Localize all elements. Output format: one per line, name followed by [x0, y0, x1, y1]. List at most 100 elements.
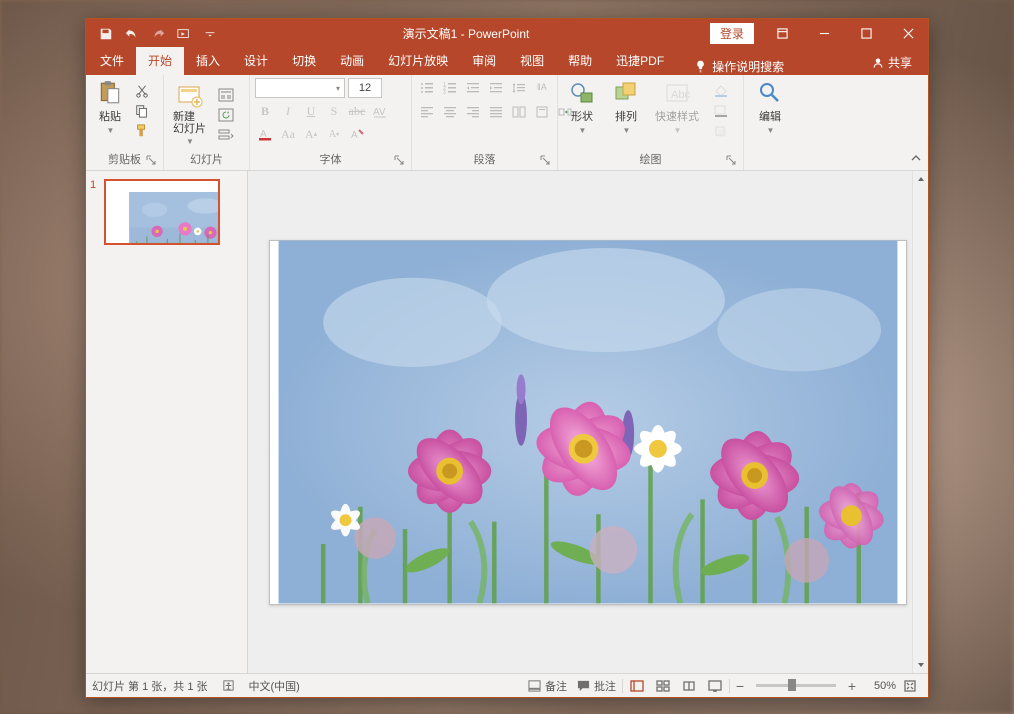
slide-counter[interactable]: 幻灯片 第 1 张，共 1 张 — [92, 678, 208, 694]
save-icon[interactable] — [94, 22, 118, 46]
language-indicator[interactable]: 中文(中国) — [249, 678, 300, 694]
accessibility-checker-icon[interactable] — [218, 677, 239, 694]
collapse-ribbon-icon[interactable] — [908, 151, 924, 167]
slideshow-view-icon[interactable] — [703, 676, 727, 696]
decrease-indent-icon[interactable] — [463, 78, 483, 98]
paste-button[interactable]: 粘贴▼ — [91, 78, 129, 137]
paragraph-dialog-launcher[interactable] — [539, 155, 551, 167]
font-name-input[interactable]: ▾ — [255, 78, 345, 98]
share-button[interactable]: 共享 — [864, 50, 920, 75]
change-case-button[interactable]: Aa — [278, 124, 298, 144]
scroll-up-icon[interactable] — [913, 171, 929, 187]
columns-icon[interactable] — [509, 102, 529, 122]
tab-animations[interactable]: 动画 — [328, 47, 376, 75]
vertical-scrollbar[interactable] — [912, 171, 928, 673]
fit-to-window-icon[interactable] — [898, 676, 922, 696]
svg-text:3: 3 — [443, 90, 446, 95]
align-right-icon[interactable] — [463, 102, 483, 122]
zoom-out-button[interactable]: − — [732, 678, 748, 694]
tell-me-search[interactable]: 操作说明搜索 — [694, 58, 784, 75]
undo-icon[interactable] — [120, 22, 144, 46]
normal-view-icon[interactable] — [625, 676, 649, 696]
underline-button[interactable]: U — [301, 101, 321, 121]
font-size-input[interactable]: 12 — [348, 78, 382, 98]
find-icon — [757, 80, 783, 106]
tab-help[interactable]: 帮助 — [556, 47, 604, 75]
slide-editor[interactable] — [248, 171, 928, 673]
close-icon[interactable] — [888, 20, 928, 48]
minimize-icon[interactable] — [804, 20, 844, 48]
tab-slideshow[interactable]: 幻灯片放映 — [376, 47, 460, 75]
notes-button[interactable]: 备注 — [524, 676, 571, 696]
new-slide-button[interactable]: 新建 幻灯片▼ — [169, 81, 210, 148]
reading-view-icon[interactable] — [677, 676, 701, 696]
format-painter-icon[interactable] — [133, 122, 151, 140]
tab-review[interactable]: 审阅 — [460, 47, 508, 75]
align-center-icon[interactable] — [440, 102, 460, 122]
maximize-icon[interactable] — [846, 20, 886, 48]
align-left-icon[interactable] — [417, 102, 437, 122]
signin-button[interactable]: 登录 — [710, 23, 754, 44]
notes-icon — [528, 679, 541, 692]
tab-transitions[interactable]: 切换 — [280, 47, 328, 75]
align-text-icon[interactable] — [532, 102, 552, 122]
bullets-icon[interactable] — [417, 78, 437, 98]
editing-button[interactable]: 编辑▼ — [751, 78, 789, 137]
group-editing: 编辑▼ — [744, 75, 796, 170]
layout-icon[interactable] — [216, 86, 236, 104]
redo-icon[interactable] — [146, 22, 170, 46]
clear-formatting-icon[interactable]: A — [347, 124, 367, 144]
increase-indent-icon[interactable] — [486, 78, 506, 98]
zoom-slider-thumb[interactable] — [788, 679, 796, 691]
shape-effects-icon[interactable] — [711, 122, 731, 140]
zoom-in-button[interactable]: + — [844, 678, 860, 694]
slide-thumbnails-panel[interactable]: 1 — [86, 171, 248, 673]
copy-icon[interactable] — [133, 102, 151, 120]
powerpoint-window: 演示文稿1 - PowerPoint 登录 文件 开始 插入 设计 切换 动画 … — [85, 18, 929, 698]
paste-icon — [97, 80, 123, 106]
numbering-icon[interactable]: 123 — [440, 78, 460, 98]
slide-image[interactable] — [270, 241, 906, 604]
tab-home[interactable]: 开始 — [136, 47, 184, 75]
zoom-value[interactable]: 50% — [862, 680, 896, 692]
quick-styles-button[interactable]: Abc 快速样式▼ — [651, 78, 703, 137]
character-spacing-icon[interactable]: AV — [370, 101, 390, 121]
justify-icon[interactable] — [486, 102, 506, 122]
zoom-slider[interactable] — [756, 684, 836, 687]
slide-sorter-view-icon[interactable] — [651, 676, 675, 696]
text-direction-icon[interactable]: ‖A — [532, 78, 552, 98]
shape-outline-icon[interactable] — [711, 102, 731, 120]
bold-button[interactable]: B — [255, 101, 275, 121]
thumbnail-preview[interactable] — [104, 179, 220, 245]
clipboard-dialog-launcher[interactable] — [145, 155, 157, 167]
thumbnail-item[interactable]: 1 — [86, 179, 247, 251]
comments-button[interactable]: 批注 — [573, 676, 620, 696]
tab-insert[interactable]: 插入 — [184, 47, 232, 75]
section-icon[interactable] — [216, 126, 236, 144]
strikethrough-button[interactable]: abc — [347, 101, 367, 121]
font-color-icon[interactable]: A — [255, 124, 275, 144]
cut-icon[interactable] — [133, 82, 151, 100]
qat-customize-icon[interactable] — [198, 22, 222, 46]
tab-view[interactable]: 视图 — [508, 47, 556, 75]
shadow-button[interactable]: S — [324, 101, 344, 121]
ribbon-display-icon[interactable] — [762, 20, 802, 48]
tab-design[interactable]: 设计 — [232, 47, 280, 75]
tab-file[interactable]: 文件 — [88, 47, 136, 75]
line-spacing-icon[interactable] — [509, 78, 529, 98]
italic-button[interactable]: I — [278, 101, 298, 121]
arrange-button[interactable]: 排列▼ — [607, 78, 645, 137]
font-dialog-launcher[interactable] — [393, 155, 405, 167]
decrease-font-icon[interactable]: A▾ — [324, 124, 344, 144]
scroll-down-icon[interactable] — [913, 657, 929, 673]
shape-fill-icon[interactable] — [711, 82, 731, 100]
tab-pdf[interactable]: 迅捷PDF — [604, 47, 676, 75]
slide-canvas[interactable] — [269, 240, 907, 605]
reset-icon[interactable] — [216, 106, 236, 124]
increase-font-icon[interactable]: A▴ — [301, 124, 321, 144]
drawing-dialog-launcher[interactable] — [725, 155, 737, 167]
shapes-button[interactable]: 形状▼ — [563, 78, 601, 137]
start-from-beginning-icon[interactable] — [172, 22, 196, 46]
group-clipboard: 粘贴▼ 剪贴板 — [86, 75, 164, 170]
arrange-icon — [613, 80, 639, 106]
